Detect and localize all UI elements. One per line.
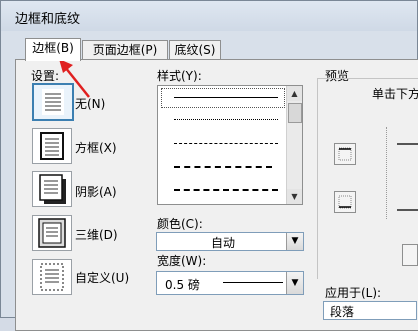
style-heading: 样式(Y): (157, 69, 202, 83)
preview-page (386, 127, 418, 219)
style-option-dashed[interactable] (174, 166, 272, 168)
top-border-icon (338, 147, 352, 161)
border-box-icon (40, 132, 64, 160)
setting-shadow-button[interactable] (32, 171, 72, 207)
tab-page-border-label: 页面边框(P) (92, 43, 158, 57)
setting-3d-button[interactable] (32, 215, 72, 251)
preview-group: 单击下方 (317, 78, 418, 279)
border-custom-icon (40, 263, 64, 291)
style-option-dash-dot[interactable] (174, 189, 278, 191)
border-3d-icon (38, 218, 66, 248)
setting-shadow-label: 阴影(A) (75, 185, 117, 199)
style-scrollbar[interactable]: ▲ ▼ (286, 86, 302, 204)
right-border-button[interactable] (402, 244, 418, 266)
style-option-solid[interactable] (174, 97, 278, 98)
apply-to-value: 段落 (330, 305, 355, 319)
top-border-button[interactable] (334, 143, 356, 165)
setting-none-button[interactable] (32, 83, 74, 121)
dialog-window: 边框和底纹 边框(B) 页面边框(P) 底纹(S) 设置: 无(N) 方框(X)… (0, 0, 418, 331)
border-none-icon (42, 89, 64, 115)
setting-none-label: 无(N) (75, 97, 106, 111)
color-label: 颜色(C): (157, 217, 203, 231)
width-label: 宽度(W): (157, 254, 207, 268)
scroll-up-icon[interactable]: ▲ (287, 86, 302, 101)
width-sample-line (223, 282, 283, 283)
chevron-down-icon[interactable]: ▼ (286, 272, 303, 294)
scroll-down-icon[interactable]: ▼ (287, 189, 302, 204)
style-selection-box (161, 88, 285, 108)
tab-shading-label: 底纹(S) (174, 43, 216, 57)
tab-borders[interactable]: 边框(B) (25, 38, 81, 61)
settings-heading: 设置: (31, 69, 60, 83)
apply-to-dropdown[interactable]: 段落 (323, 301, 417, 320)
setting-custom-button[interactable] (32, 259, 72, 295)
border-shadow-icon (39, 174, 66, 204)
preview-text-block (397, 143, 418, 211)
chevron-down-icon[interactable]: ▼ (286, 233, 303, 250)
title-bar: 边框和底纹 (1, 1, 417, 31)
bottom-border-button[interactable] (334, 191, 356, 213)
style-option-dotted[interactable] (174, 119, 278, 120)
color-value: 自动 (211, 236, 236, 250)
setting-3d-label: 三维(D) (75, 228, 118, 242)
dialog-title: 边框和底纹 (15, 12, 81, 27)
bottom-border-icon (338, 195, 352, 209)
style-listbox[interactable]: ▲ ▼ (157, 85, 303, 205)
color-dropdown[interactable]: 自动 ▼ (156, 232, 304, 251)
tab-page-border[interactable]: 页面边框(P) (82, 40, 168, 60)
style-option-dashed-short[interactable] (174, 143, 278, 144)
scroll-thumb[interactable] (288, 103, 302, 123)
width-value: 0.5 磅 (165, 278, 200, 292)
tab-borders-label: 边框(B) (32, 41, 74, 55)
preview-hint: 单击下方 (372, 87, 418, 101)
setting-box-button[interactable] (32, 128, 72, 164)
tab-shading[interactable]: 底纹(S) (169, 40, 221, 60)
apply-to-label: 应用于(L): (325, 286, 382, 300)
width-dropdown[interactable]: 0.5 磅 ▼ (156, 271, 304, 295)
setting-custom-label: 自定义(U) (75, 271, 130, 285)
setting-box-label: 方框(X) (75, 141, 117, 155)
